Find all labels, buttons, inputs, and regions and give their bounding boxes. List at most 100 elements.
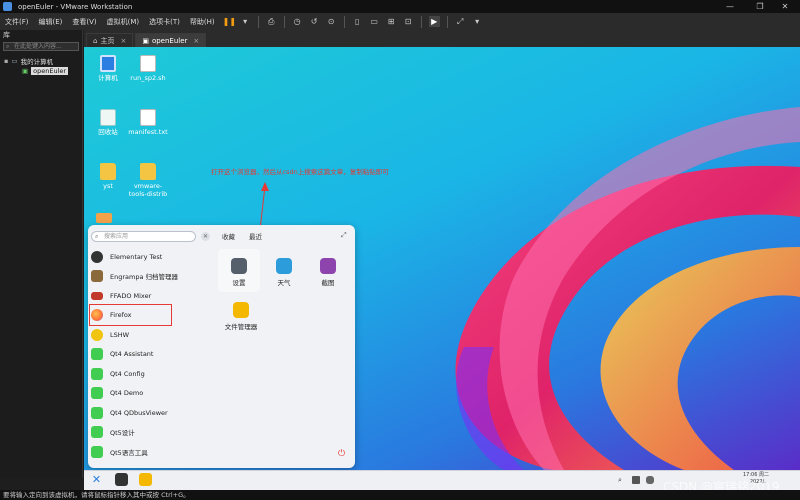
trash-icon bbox=[100, 109, 116, 126]
minimize-button[interactable]: — bbox=[715, 0, 745, 13]
fav-label: 设置 bbox=[232, 279, 246, 287]
launcher-tabs: 收藏 最近 bbox=[222, 231, 262, 241]
library-panel: 库 ⌕ 在此处键入内容... ▪ ▭ 我的计算机 ▣ openEuler bbox=[0, 30, 83, 478]
desktop-icon-label: yst bbox=[103, 182, 113, 190]
close-button[interactable]: ✕ bbox=[770, 0, 800, 13]
desktop-icon-label: 回收站 bbox=[98, 128, 118, 136]
app-label: Qt4 Config bbox=[110, 370, 145, 378]
power-icon[interactable]: ⏻ bbox=[338, 449, 345, 459]
desktop-icon-computer[interactable]: 计算机 bbox=[88, 55, 128, 82]
app-label: Qt5设计 bbox=[110, 429, 135, 437]
firefox-highlight-box bbox=[89, 304, 172, 326]
qt-icon bbox=[91, 387, 103, 399]
snapshot-manager-icon[interactable]: ⊙ bbox=[326, 16, 337, 27]
app-label: Engrampa 归档管理器 bbox=[110, 273, 179, 281]
app-item-qt5-designer[interactable]: Qt5设计 bbox=[91, 424, 213, 440]
menu-vm[interactable]: 虚拟机(M) bbox=[102, 17, 145, 27]
settings-icon bbox=[231, 258, 247, 274]
vmware-logo-icon bbox=[3, 2, 12, 11]
menu-view[interactable]: 查看(V) bbox=[67, 17, 101, 27]
vm-running-icon: ▣ bbox=[22, 67, 29, 75]
annotation-text: 打开这个浏览器，然后从csdn上搜索这篇文章，复制粘贴即可 bbox=[211, 168, 389, 176]
start-menu-icon[interactable]: ✕ bbox=[90, 473, 103, 486]
desktop-icon-run-sp2[interactable]: run_sp2.sh bbox=[128, 55, 168, 82]
app-item-qt5-linguist[interactable]: Qt5语言工具 bbox=[91, 444, 213, 460]
tab-recent[interactable]: 最近 bbox=[249, 231, 262, 241]
fav-label: 截图 bbox=[321, 279, 335, 287]
tab-home[interactable]: ⌂ 主页 × bbox=[86, 33, 134, 47]
library-search-input[interactable]: ⌕ 在此处键入内容... bbox=[3, 42, 79, 51]
tab-openeuler[interactable]: ▣ openEuler × bbox=[135, 33, 207, 47]
vm-tab-icon: ▣ bbox=[142, 36, 149, 45]
app-label: Qt5语言工具 bbox=[110, 449, 148, 457]
clear-search-icon[interactable]: ✕ bbox=[201, 232, 210, 241]
search-icon[interactable]: ⌕ bbox=[618, 476, 626, 484]
desktop-icon-yst[interactable]: yst bbox=[88, 163, 128, 190]
app-item-elementary-test[interactable]: Elementary Test bbox=[91, 249, 213, 265]
app-label: Qt4 QDbusViewer bbox=[110, 409, 168, 417]
status-bar: 要将输入定向到该虚拟机，请将鼠标指针移入其中或按 Ctrl+G。 bbox=[0, 490, 800, 500]
stretch-dropdown-icon[interactable]: ▾ bbox=[472, 16, 483, 27]
launcher-search-input[interactable]: ⌕ 搜索应用 bbox=[91, 231, 196, 242]
desktop-icon-label: run_sp2.sh bbox=[130, 74, 166, 82]
qt-icon bbox=[91, 407, 103, 419]
app-item-lshw[interactable]: LSHW bbox=[91, 327, 213, 343]
tab-label: 主页 bbox=[100, 36, 115, 45]
menu-edit[interactable]: 编辑(E) bbox=[34, 17, 68, 27]
pause-icon[interactable]: ❚❚ bbox=[223, 16, 236, 27]
tab-label: openEuler bbox=[151, 36, 188, 45]
app-item-qt4-demo[interactable]: Qt4 Demo bbox=[91, 385, 213, 401]
library-tree: ▪ ▭ 我的计算机 ▣ openEuler bbox=[0, 56, 82, 76]
desktop-icon-manifest[interactable]: manifest.txt bbox=[128, 109, 168, 136]
fav-screenshot[interactable]: 截图 bbox=[310, 258, 346, 287]
volume-icon[interactable] bbox=[646, 476, 654, 484]
qt-icon bbox=[91, 348, 103, 360]
library-toggle-icon[interactable]: ▯ bbox=[352, 16, 363, 27]
files-taskbar-icon[interactable] bbox=[139, 473, 152, 486]
app-item-qt4-qdbusviewer[interactable]: Qt4 QDbusViewer bbox=[91, 405, 213, 421]
app-item-qt4-config[interactable]: Qt4 Config bbox=[91, 366, 213, 382]
desktop-icon-vmware-tools[interactable]: vmware-tools-distrib bbox=[128, 163, 168, 198]
send-keys-icon[interactable]: ⎙ bbox=[266, 16, 277, 27]
menu-help[interactable]: 帮助(H) bbox=[185, 17, 220, 27]
fav-weather[interactable]: 天气 bbox=[266, 258, 302, 287]
revert-snapshot-icon[interactable]: ↺ bbox=[309, 16, 320, 27]
close-tab-icon[interactable]: × bbox=[120, 37, 126, 45]
desktop-icon-trash[interactable]: 回收站 bbox=[88, 109, 128, 136]
lshw-icon bbox=[91, 329, 103, 341]
app-label: Qt4 Assistant bbox=[110, 350, 154, 358]
menu-file[interactable]: 文件(F) bbox=[0, 17, 34, 27]
app-label: FFADO Mixer bbox=[110, 292, 152, 300]
tab-favorites[interactable]: 收藏 bbox=[222, 231, 235, 241]
fav-file-manager[interactable]: 文件管理器 bbox=[221, 302, 261, 331]
computer-icon bbox=[100, 55, 116, 72]
expand-icon[interactable]: ⤢ bbox=[341, 231, 347, 240]
unity-icon[interactable]: ⊡ bbox=[403, 16, 414, 27]
close-tab-icon[interactable]: × bbox=[193, 37, 199, 45]
tree-item-my-computer[interactable]: ▪ ▭ 我的计算机 bbox=[4, 56, 82, 66]
menu-bar: 文件(F) 编辑(E) 查看(V) 虚拟机(M) 选项卡(T) 帮助(H) ❚❚… bbox=[0, 13, 800, 30]
fav-settings[interactable]: 设置 bbox=[221, 258, 257, 287]
partial-folder-icon[interactable] bbox=[96, 213, 112, 223]
dropdown-chevron-icon[interactable]: ▾ bbox=[240, 16, 251, 27]
launcher-search-placeholder: 搜索应用 bbox=[104, 233, 129, 240]
snapshot-icon[interactable]: ◷ bbox=[292, 16, 303, 27]
console-icon[interactable]: ▶ bbox=[428, 16, 440, 27]
mixer-icon bbox=[91, 292, 103, 300]
thumbnail-icon[interactable]: ▭ bbox=[369, 16, 380, 27]
library-title: 库 bbox=[3, 31, 10, 39]
stretch-icon[interactable]: ⤢ bbox=[455, 16, 466, 27]
network-icon[interactable] bbox=[632, 476, 640, 484]
search-icon: ⌕ bbox=[6, 43, 10, 50]
app-item-qt4-assistant[interactable]: Qt4 Assistant bbox=[91, 346, 213, 362]
app-item-engrampa[interactable]: Engrampa 归档管理器 bbox=[91, 268, 213, 284]
terminal-icon[interactable] bbox=[115, 473, 128, 486]
app-item-ffado-mixer[interactable]: FFADO Mixer bbox=[91, 288, 213, 304]
desktop-icon-label: manifest.txt bbox=[128, 128, 168, 136]
script-file-icon bbox=[140, 55, 156, 72]
fullscreen-icon[interactable]: ⊞ bbox=[386, 16, 397, 27]
menu-tabs[interactable]: 选项卡(T) bbox=[144, 17, 185, 27]
tree-item-openeuler[interactable]: ▣ openEuler bbox=[4, 66, 82, 76]
toolbar-divider bbox=[257, 15, 259, 28]
toolbar-divider bbox=[283, 15, 285, 28]
